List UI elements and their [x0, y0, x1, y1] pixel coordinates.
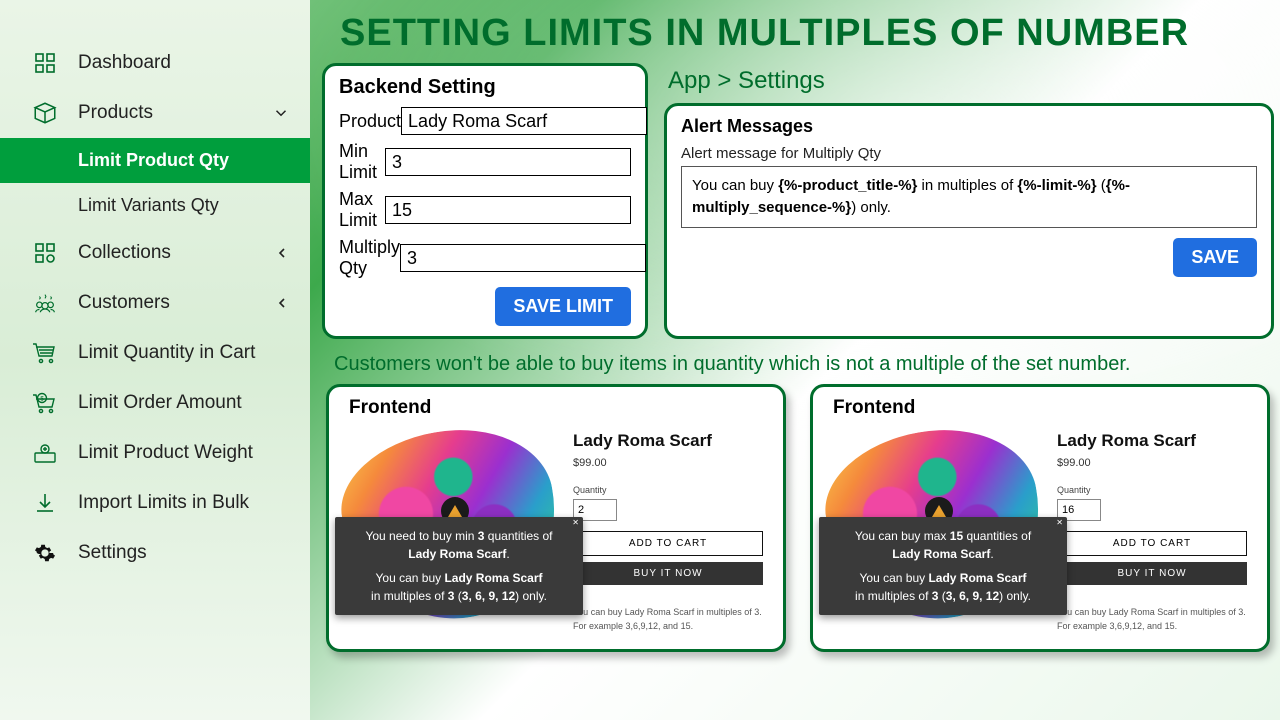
min-limit-label: Min Limit	[339, 141, 385, 183]
multiply-qty-input[interactable]	[400, 244, 646, 272]
sidebar-item-label: Limit Order Amount	[78, 392, 242, 414]
download-icon	[30, 490, 60, 516]
frontend-panel-min: Frontend ✕ You need to buy min 3 quantit…	[326, 384, 786, 652]
product-price: $99.00	[1057, 457, 1255, 469]
alert-messages-panel: Alert Messages Alert message for Multipl…	[664, 103, 1274, 339]
multiply-qty-label: Multiply Qty	[339, 237, 400, 279]
sidebar-item-limit-order-amount[interactable]: $ Limit Order Amount	[0, 378, 310, 428]
product-label: Product	[339, 111, 401, 132]
add-to-cart-button[interactable]: ADD TO CART	[573, 531, 763, 556]
sidebar-item-products[interactable]: Products	[0, 88, 310, 138]
save-alert-button[interactable]: SAVE	[1173, 238, 1257, 277]
panel-title: Alert Messages	[681, 116, 1257, 137]
sidebar-subitem-label: Limit Variants Qty	[78, 195, 219, 215]
quantity-label: Quantity	[1057, 485, 1255, 495]
sidebar-item-collections[interactable]: Collections	[0, 228, 310, 278]
quantity-label: Quantity	[573, 485, 771, 495]
sidebar-item-label: Products	[78, 102, 153, 124]
caption-text: Customers won't be able to buy items in …	[334, 353, 1262, 376]
max-limit-label: Max Limit	[339, 189, 385, 231]
buy-now-button[interactable]: BUY IT NOW	[1057, 562, 1247, 585]
sidebar-item-limit-weight[interactable]: Limit Product Weight	[0, 428, 310, 478]
sidebar-item-dashboard[interactable]: Dashboard	[0, 38, 310, 88]
alert-subtitle: Alert message for Multiply Qty	[681, 145, 1257, 162]
panel-title: Frontend	[825, 397, 1255, 419]
panel-title: Backend Setting	[339, 76, 631, 99]
main-content: SETTING LIMITS IN MULTIPLES OF NUMBER Ba…	[310, 0, 1280, 720]
sidebar-item-label: Customers	[78, 292, 170, 314]
grid-icon	[30, 50, 60, 76]
cart-icon	[30, 340, 60, 366]
product-name: Lady Roma Scarf	[1057, 431, 1255, 451]
gear-icon	[30, 540, 60, 566]
sidebar-subitem-limit-product-qty[interactable]: Limit Product Qty	[0, 138, 310, 183]
sidebar-item-label: Dashboard	[78, 52, 171, 74]
close-icon[interactable]: ✕	[1056, 517, 1063, 529]
product-price: $99.00	[573, 457, 771, 469]
sidebar-item-label: Limit Product Weight	[78, 442, 253, 464]
toast-max-warning: ✕ You can buy max 15 quantities of Lady …	[819, 517, 1067, 615]
hint-text: You can buy Lady Roma Scarf in multiples…	[1057, 605, 1255, 634]
toast-min-warning: ✕ You need to buy min 3 quantities of La…	[335, 517, 583, 615]
sidebar-subitem-limit-variants-qty[interactable]: Limit Variants Qty	[0, 183, 310, 228]
frontend-panel-max: Frontend ✕ You can buy max 15 quantities…	[810, 384, 1270, 652]
chevron-left-icon	[274, 245, 290, 261]
sidebar-subitem-label: Limit Product Qty	[78, 150, 229, 170]
box-icon	[30, 100, 60, 126]
sidebar-item-label: Import Limits in Bulk	[78, 492, 249, 514]
chevron-left-icon	[274, 295, 290, 311]
max-limit-input[interactable]	[385, 196, 631, 224]
sidebar-item-label: Collections	[78, 242, 171, 264]
collections-icon	[30, 240, 60, 266]
sidebar-item-label: Settings	[78, 542, 147, 564]
alert-message-box[interactable]: You can buy {%-product_title-%} in multi…	[681, 166, 1257, 228]
breadcrumb: App > Settings	[668, 67, 1274, 95]
sidebar-item-import-bulk[interactable]: Import Limits in Bulk	[0, 478, 310, 528]
sidebar-item-settings[interactable]: Settings	[0, 528, 310, 578]
close-icon[interactable]: ✕	[572, 517, 579, 529]
backend-settings-panel: Backend Setting Product Min Limit Max Li…	[322, 63, 648, 339]
product-input[interactable]	[401, 107, 647, 135]
add-to-cart-button[interactable]: ADD TO CART	[1057, 531, 1247, 556]
page-title: SETTING LIMITS IN MULTIPLES OF NUMBER	[340, 12, 1280, 55]
sidebar-item-label: Limit Quantity in Cart	[78, 342, 255, 364]
sidebar-item-customers[interactable]: Customers	[0, 278, 310, 328]
save-limit-button[interactable]: SAVE LIMIT	[495, 287, 631, 326]
customers-icon	[30, 290, 60, 316]
sidebar-item-limit-qty-cart[interactable]: Limit Quantity in Cart	[0, 328, 310, 378]
cart-dollar-icon: $	[30, 390, 60, 416]
chevron-down-icon	[272, 104, 290, 122]
hint-text: You can buy Lady Roma Scarf in multiples…	[573, 605, 771, 634]
min-limit-input[interactable]	[385, 148, 631, 176]
panel-title: Frontend	[341, 397, 771, 419]
buy-now-button[interactable]: BUY IT NOW	[573, 562, 763, 585]
product-name: Lady Roma Scarf	[573, 431, 771, 451]
weight-icon	[30, 440, 60, 466]
sidebar: Dashboard Products Limit Product Qty Lim…	[0, 0, 310, 720]
